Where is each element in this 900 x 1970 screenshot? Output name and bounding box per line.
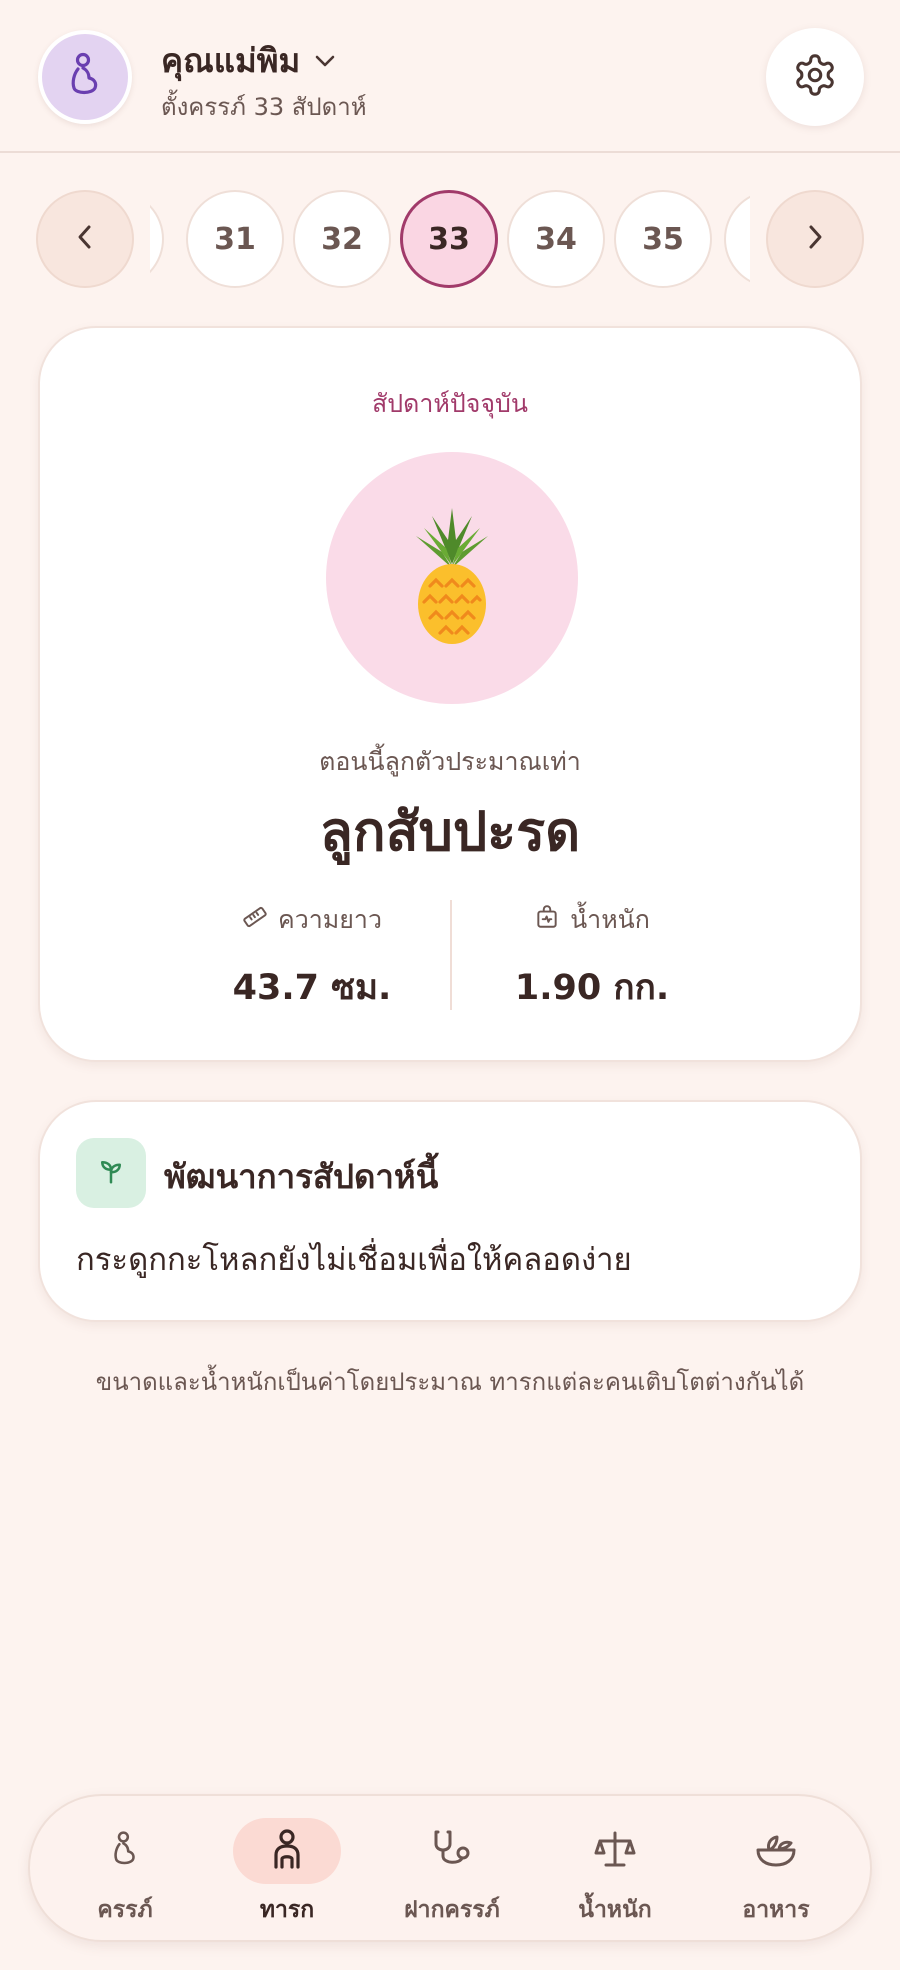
week-chip-33-selected[interactable]: 33 <box>400 190 498 288</box>
nav-item-weight[interactable]: น้ำหนัก <box>540 1818 690 1928</box>
disclaimer-text: ขนาดและน้ำหนักเป็นค่าโดยประมาณ ทารกแต่ละ… <box>95 1368 805 1396</box>
length-label: ความยาว <box>277 905 382 934</box>
weight-label: น้ำหนัก <box>570 905 650 934</box>
nav-icon-container <box>722 1818 830 1884</box>
weight-label-row: น้ำหนัก <box>452 900 732 940</box>
app-screen: คุณแม่พิม ตั้งครรภ์ 33 สัปดาห์ 31 32 33 … <box>0 0 900 1970</box>
development-title: พัฒนาการสัปดาห์นี้ <box>164 1157 439 1196</box>
week-chip-31[interactable]: 31 <box>186 190 284 288</box>
week-chip-partial[interactable] <box>724 190 750 288</box>
profile-name: คุณแม่พิม <box>161 41 301 80</box>
weight-bag-icon <box>534 904 560 936</box>
nav-icon-container <box>233 1818 341 1884</box>
nav-item-prenatal[interactable]: ฝากครรภ์ <box>377 1818 527 1928</box>
fruit-illustration <box>326 452 578 704</box>
weight-value: 1.90 กก. <box>514 968 670 1008</box>
next-week-button[interactable] <box>766 190 864 288</box>
week-strip[interactable]: 31 32 33 34 35 <box>150 190 750 288</box>
ruler-icon <box>242 904 268 936</box>
nav-item-baby-active[interactable]: ทารก <box>212 1818 362 1928</box>
header: คุณแม่พิม ตั้งครรภ์ 33 สัปดาห์ <box>0 0 900 153</box>
pregnancy-status: ตั้งครรภ์ 33 สัปดาห์ <box>161 93 367 121</box>
chevron-down-icon <box>314 54 336 68</box>
week-chip-34[interactable]: 34 <box>507 190 605 288</box>
food-bowl-icon <box>755 1830 797 1872</box>
pregnancy-icon <box>109 1829 141 1873</box>
profile-switcher[interactable]: คุณแม่พิม <box>161 34 336 87</box>
sprout-icon <box>96 1156 126 1190</box>
nav-item-pregnancy[interactable]: ครรภ์ <box>50 1818 200 1928</box>
nav-icon-container <box>398 1818 506 1884</box>
sprout-icon-badge <box>76 1138 146 1208</box>
nav-icon-container <box>71 1818 179 1884</box>
nav-label-weight: น้ำหนัก <box>578 1897 652 1923</box>
week-chip-partial[interactable] <box>150 190 164 288</box>
length-label-row: ความยาว <box>172 900 452 940</box>
scale-icon <box>594 1829 636 1873</box>
current-week-card: สัปดาห์ปัจจุบัน ตอนนี้ลูกตัวประมาณเท่า ล… <box>38 326 862 1062</box>
nav-label-prenatal: ฝากครรภ์ <box>404 1897 500 1923</box>
profile-avatar[interactable] <box>38 30 132 124</box>
settings-button[interactable] <box>766 28 864 126</box>
nav-item-food[interactable]: อาหาร <box>701 1818 851 1928</box>
chevron-right-icon <box>806 223 824 255</box>
baby-icon <box>270 1829 304 1873</box>
chevron-left-icon <box>76 223 94 255</box>
length-stat: ความยาว 43.7 ซม. <box>172 900 452 1015</box>
development-text: กระดูกกะโหลกยังไม่เชื่อมเพื่อให้คลอดง่าย <box>76 1242 632 1278</box>
development-card: พัฒนาการสัปดาห์นี้ กระดูกกะโหลกยังไม่เชื… <box>38 1100 862 1322</box>
nav-label-baby: ทารก <box>259 1897 315 1923</box>
pineapple-icon <box>402 506 502 650</box>
size-caption: ตอนนี้ลูกตัวประมาณเท่า <box>319 747 581 776</box>
pregnancy-avatar-icon <box>65 52 105 102</box>
fruit-name: ลูกสับปะรด <box>319 800 581 863</box>
length-value: 43.7 ซม. <box>232 968 392 1008</box>
nav-label-pregnancy: ครรภ์ <box>97 1897 153 1923</box>
weight-stat: น้ำหนัก 1.90 กก. <box>452 900 732 1015</box>
bottom-navigation: ครรภ์ ทารก ฝากครรภ์ น้ำหนัก อาหาร <box>28 1794 872 1942</box>
stethoscope-icon <box>432 1828 472 1874</box>
nav-icon-container <box>561 1818 669 1884</box>
week-chip-32[interactable]: 32 <box>293 190 391 288</box>
gear-icon <box>792 52 838 102</box>
current-week-label: สัปดาห์ปัจจุบัน <box>371 389 528 418</box>
nav-label-food: อาหาร <box>742 1897 810 1923</box>
week-chip-35[interactable]: 35 <box>614 190 712 288</box>
previous-week-button[interactable] <box>36 190 134 288</box>
